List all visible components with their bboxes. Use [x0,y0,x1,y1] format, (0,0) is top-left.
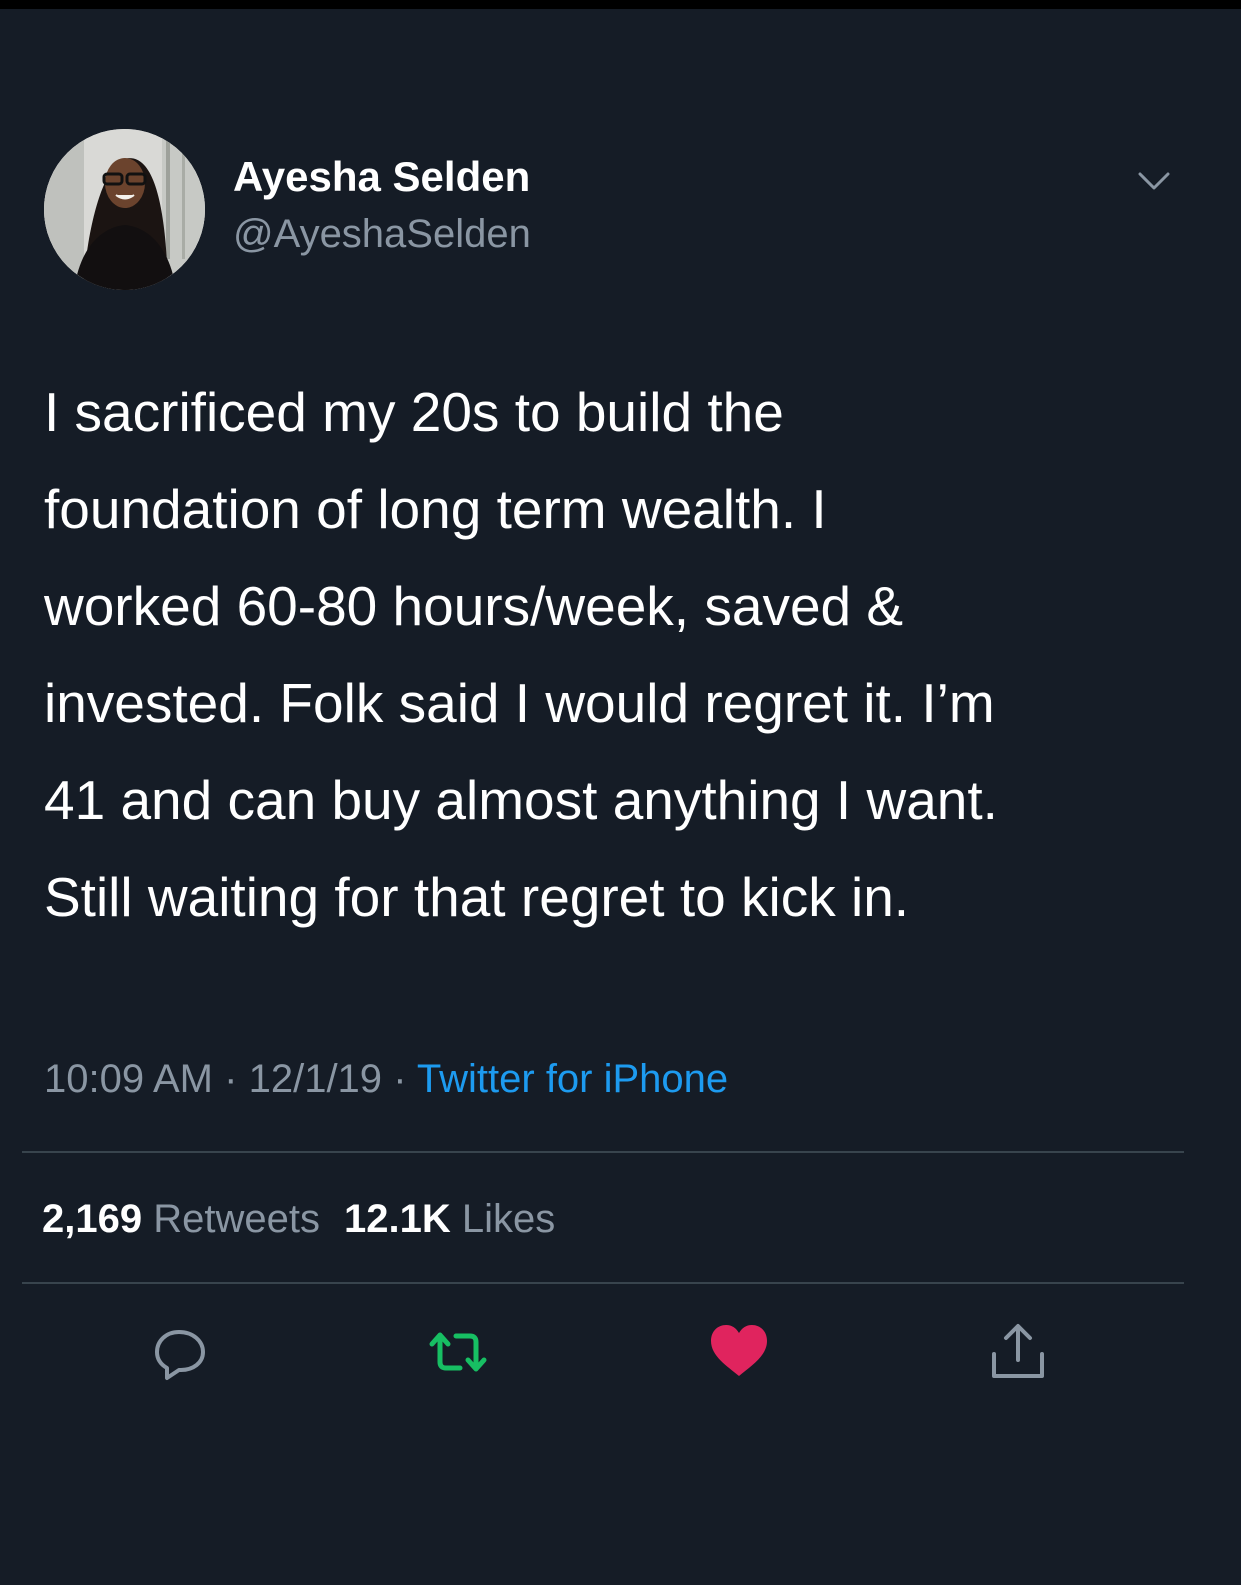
tweet-text-line: foundation of long term wealth. I [44,478,827,540]
tweet-text-line: Still waiting for that regret to kick in… [44,866,910,928]
reply-icon [155,1330,205,1380]
likes-label: Likes [461,1197,556,1241]
tweet-date[interactable]: 12/1/19 [249,1057,382,1101]
profile-photo-icon [44,129,205,290]
likes-stat[interactable]: 12.1K Likes [344,1197,555,1241]
retweets-stat[interactable]: 2,169 Retweets [42,1197,320,1241]
meta-separator: · [393,1057,407,1101]
tweet-source-link[interactable]: Twitter for iPhone [417,1057,728,1101]
retweets-count: 2,169 [42,1197,143,1241]
likes-count: 12.1K [343,1197,451,1241]
avatar[interactable] [44,129,205,290]
like-button[interactable] [707,1320,771,1384]
retweet-button[interactable] [426,1320,490,1384]
retweets-label: Retweets [153,1197,320,1241]
author-handle[interactable]: @AyeshaSelden [233,211,531,257]
meta-separator: · [224,1057,238,1101]
divider [22,1151,1184,1153]
tweet-text-line: invested. Folk said I would regret it. I… [44,672,995,734]
chevron-down-icon[interactable] [1137,170,1171,192]
engagement-stats: 2,169 Retweets 12.1K Likes [42,1194,555,1244]
reply-button[interactable] [149,1320,213,1384]
top-edge-bar [0,0,1241,9]
share-button[interactable] [986,1320,1050,1384]
heart-icon [711,1325,767,1376]
retweet-icon [429,1332,487,1372]
tweet-text: I sacrificed my 20s to build the foundat… [44,364,1204,946]
divider [22,1282,1184,1284]
tweet-metadata: 10:09 AM · 12/1/19 · Twitter for iPhone [44,1054,728,1104]
author-display-name[interactable]: Ayesha Selden [233,153,530,201]
tweet-text-line: 41 and can buy almost anything I want. [44,769,998,831]
tweet-time[interactable]: 10:09 AM [44,1057,213,1101]
tweet-text-line: I sacrificed my 20s to build the [44,381,784,443]
tweet-text-line: worked 60-80 hours/week, saved & [44,575,904,637]
share-icon [992,1324,1044,1378]
